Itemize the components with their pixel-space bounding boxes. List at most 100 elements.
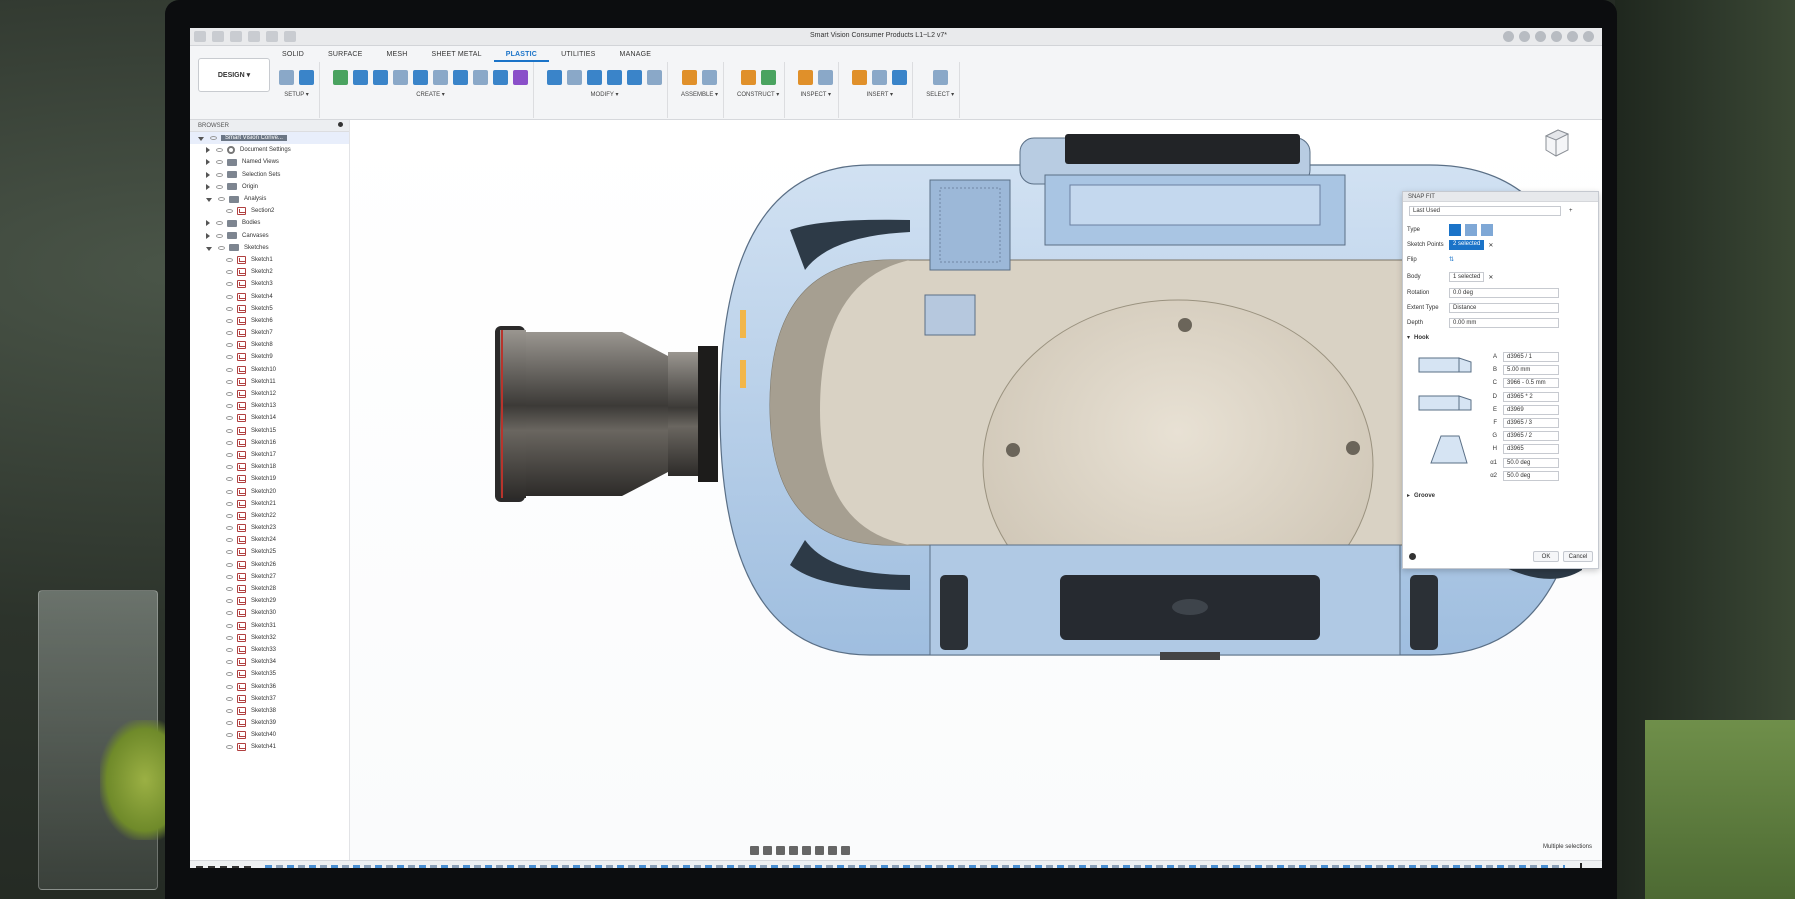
tab-mesh[interactable]: MESH (374, 49, 419, 62)
visibility-icon[interactable] (226, 696, 233, 701)
visibility-icon[interactable] (226, 440, 233, 445)
sketch-points-selection[interactable]: 2 selected (1449, 240, 1485, 250)
visibility-icon[interactable] (226, 587, 233, 592)
file-icon[interactable] (212, 31, 224, 42)
visibility-icon[interactable] (226, 489, 233, 494)
visibility-icon[interactable] (218, 245, 225, 250)
inspect-icon[interactable] (818, 70, 834, 85)
rules-icon[interactable] (279, 70, 294, 85)
sketch-item[interactable]: Sketch22 (190, 510, 349, 522)
visibility-icon[interactable] (226, 331, 233, 336)
home-icon[interactable] (284, 31, 296, 42)
top-handle[interactable] (1019, 134, 1346, 246)
sketch-item[interactable]: Sketch36 (190, 680, 349, 692)
visibility-icon[interactable] (216, 233, 223, 238)
new-component-icon[interactable] (682, 70, 698, 85)
insert-image-icon[interactable] (892, 70, 908, 85)
visibility-icon[interactable] (216, 148, 223, 153)
pan-icon[interactable] (776, 846, 785, 855)
sketch-item[interactable]: Sketch29 (190, 595, 349, 607)
sketch-item[interactable]: Sketch41 (190, 741, 349, 753)
visibility-icon[interactable] (226, 379, 233, 384)
group-select-label[interactable]: SELECT ▾ (926, 91, 954, 98)
expand-icon[interactable] (206, 232, 210, 239)
tab-surface[interactable]: SURFACE (316, 49, 374, 62)
sketch-icon[interactable] (333, 70, 348, 85)
group-inspect-label[interactable]: INSPECT ▾ (800, 91, 831, 98)
expand-icon[interactable] (206, 220, 210, 227)
look-at-icon[interactable] (763, 846, 772, 855)
hook-param-input[interactable]: d3965 * 2 (1503, 391, 1559, 402)
tab-sheet-metal[interactable]: SHEET METAL (420, 49, 494, 62)
hook-param-input[interactable]: d3965 / 3 (1503, 418, 1559, 428)
extent-dropdown[interactable]: Distance (1449, 303, 1559, 313)
sketch-item[interactable]: Sketch15 (190, 425, 349, 437)
visibility-icon[interactable] (226, 209, 233, 214)
visibility-icon[interactable] (226, 428, 233, 433)
rest-icon[interactable] (493, 70, 508, 85)
visibility-icon[interactable] (226, 672, 233, 677)
tree-root[interactable]: Smart Vision Conve... (190, 132, 349, 145)
sketch-item[interactable]: Sketch28 (190, 583, 349, 595)
notifications-icon[interactable] (1535, 31, 1546, 42)
joint-icon[interactable] (702, 70, 718, 85)
fit-icon[interactable] (802, 846, 811, 855)
visibility-icon[interactable] (210, 136, 217, 141)
visibility-icon[interactable] (226, 623, 233, 628)
tree-node[interactable]: Document Settings (190, 144, 349, 156)
expand-icon[interactable] (206, 246, 212, 251)
group-insert-label[interactable]: INSERT ▾ (867, 91, 893, 98)
shell-icon[interactable] (373, 70, 388, 85)
account-icon[interactable] (1567, 31, 1578, 42)
move-icon[interactable] (647, 70, 662, 85)
sketch-item[interactable]: Sketch18 (190, 461, 349, 473)
visibility-icon[interactable] (226, 526, 233, 531)
tree-node[interactable]: Sketches (190, 242, 349, 254)
expand-icon[interactable] (206, 159, 210, 166)
midplane-icon[interactable] (760, 70, 776, 85)
visibility-icon[interactable] (226, 635, 233, 640)
rotation-input[interactable]: 0.0 deg (1449, 288, 1559, 298)
visibility-icon[interactable] (226, 501, 233, 506)
sketch-item[interactable]: Sketch5 (190, 303, 349, 315)
visibility-icon[interactable] (226, 343, 233, 348)
visibility-icon[interactable] (216, 221, 223, 226)
sketch-item[interactable]: Sketch35 (190, 668, 349, 680)
ok-button[interactable]: OK (1533, 551, 1559, 562)
press-pull-icon[interactable] (547, 70, 562, 85)
visibility-icon[interactable] (226, 355, 233, 360)
visibility-icon[interactable] (226, 745, 233, 750)
fillet-icon[interactable] (567, 70, 582, 85)
info-icon[interactable] (1409, 553, 1416, 560)
insert-mesh-icon[interactable] (872, 70, 888, 85)
visibility-icon[interactable] (226, 599, 233, 604)
sketch-item[interactable]: Sketch21 (190, 498, 349, 510)
hook-param-input[interactable]: 5.00 mm (1503, 365, 1559, 376)
tree-node[interactable]: Bodies (190, 217, 349, 229)
sketch-item[interactable]: Sketch19 (190, 473, 349, 485)
tree-node[interactable]: Origin (190, 181, 349, 193)
sketch-item[interactable]: Sketch7 (190, 327, 349, 339)
visibility-icon[interactable] (226, 270, 233, 275)
sketch-item[interactable]: Sketch38 (190, 705, 349, 717)
tree-node[interactable]: Section2 (190, 205, 349, 217)
extrude-icon[interactable] (353, 70, 368, 85)
visibility-icon[interactable] (226, 684, 233, 689)
depth-input[interactable]: 0.00 mm (1449, 318, 1559, 328)
close-icon[interactable] (1583, 31, 1594, 42)
visibility-icon[interactable] (226, 660, 233, 665)
visibility-icon[interactable] (226, 416, 233, 421)
sketch-item[interactable]: Sketch11 (190, 376, 349, 388)
sketch-item[interactable]: Sketch40 (190, 729, 349, 741)
tree-node[interactable]: Selection Sets (190, 169, 349, 181)
visibility-icon[interactable] (226, 257, 233, 262)
preset-dropdown[interactable]: Last Used (1409, 206, 1561, 216)
visibility-icon[interactable] (226, 392, 233, 397)
sketch-item[interactable]: Sketch10 (190, 364, 349, 376)
visibility-icon[interactable] (226, 708, 233, 713)
flip-icon[interactable]: ⇅ (1449, 256, 1454, 263)
group-assemble-label[interactable]: ASSEMBLE ▾ (681, 91, 718, 98)
boss-icon[interactable] (433, 70, 448, 85)
select-cursor-icon[interactable] (932, 70, 948, 85)
insert-derive-icon[interactable] (852, 70, 868, 85)
